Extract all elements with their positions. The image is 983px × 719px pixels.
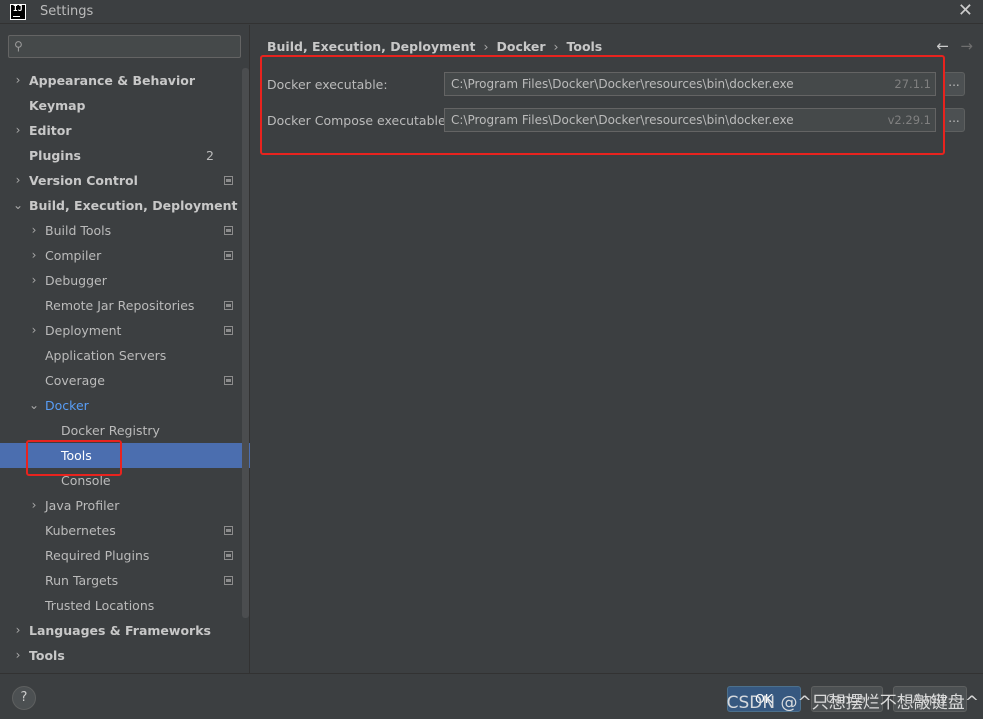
tree-item-label: Application Servers	[45, 348, 167, 363]
tree-item-label: Trusted Locations	[45, 598, 155, 613]
tree-item-compiler[interactable]: › Compiler	[0, 243, 242, 268]
annotation-highlight-settings	[260, 55, 945, 155]
project-level-icon	[224, 226, 233, 235]
help-button[interactable]: ?	[12, 686, 36, 710]
intellij-logo-icon: IJ	[10, 4, 26, 20]
project-level-icon	[224, 576, 233, 585]
tree-item-label: Required Plugins	[45, 548, 150, 563]
tree-item-run-targets[interactable]: Run Targets	[0, 568, 242, 593]
settings-content: Build, Execution, Deployment › Docker › Tool…	[251, 25, 983, 673]
project-level-icon	[224, 551, 233, 560]
dialog-footer: ? OK Cancel Apply CSDN @^只想摆烂不想敲键盘^	[0, 673, 983, 719]
tree-item-label: Appearance & Behavior	[29, 73, 195, 88]
docker-executable-browse-button[interactable]: ...	[943, 72, 965, 96]
tree-item-keymap[interactable]: Keymap	[0, 93, 242, 118]
tree-item-version-control[interactable]: › Version Control	[0, 168, 242, 193]
chevron-right-icon[interactable]: ›	[28, 268, 40, 293]
back-arrow-icon[interactable]: ←	[936, 37, 949, 55]
chevron-right-icon[interactable]: ›	[28, 493, 40, 518]
chevron-down-icon[interactable]: ⌄	[12, 193, 24, 218]
breadcrumb-separator: ›	[483, 39, 489, 54]
tree-item-label: Build Tools	[45, 223, 112, 238]
project-level-icon	[224, 526, 233, 535]
tree-item-label: Kubernetes	[45, 523, 116, 538]
tree-item-languages-frameworks[interactable]: › Languages & Frameworks	[0, 618, 242, 643]
tree-item-label: Debugger	[45, 273, 107, 288]
title-bar: IJ Settings ✕	[0, 0, 983, 24]
chevron-right-icon[interactable]: ›	[28, 318, 40, 343]
project-level-icon	[224, 251, 233, 260]
tree-item-deployment[interactable]: › Deployment	[0, 318, 242, 343]
settings-tree: › Appearance & Behavior Keymap › Editor …	[0, 68, 250, 668]
tree-item-label: Remote Jar Repositories	[45, 298, 195, 313]
settings-sidebar: ⚲ › Appearance & Behavior Keymap › Edito…	[0, 25, 250, 673]
tree-item-label: Compiler	[45, 248, 102, 263]
tree-item-build-execution-deployment[interactable]: ⌄ Build, Execution, Deployment	[0, 193, 242, 218]
tree-item-label: Version Control	[29, 173, 138, 188]
tree-item-coverage[interactable]: Coverage	[0, 368, 242, 393]
project-level-icon	[224, 376, 233, 385]
breadcrumb-separator: ›	[553, 39, 559, 54]
tree-item-plugins[interactable]: Plugins 2	[0, 143, 242, 168]
forward-arrow-icon[interactable]: →	[960, 37, 973, 55]
project-level-icon	[224, 301, 233, 310]
tree-item-label: Plugins	[29, 148, 81, 163]
tree-item-label: Keymap	[29, 98, 86, 113]
chevron-down-icon[interactable]: ⌄	[28, 393, 40, 418]
tree-item-label: Docker	[45, 398, 89, 413]
tree-item-appearance-behavior[interactable]: › Appearance & Behavior	[0, 68, 242, 93]
breadcrumb-item-current: Tools	[566, 39, 603, 54]
tree-item-label: Coverage	[45, 373, 105, 388]
tree-item-label: Editor	[29, 123, 72, 138]
search-icon: ⚲	[14, 39, 23, 53]
tree-item-editor[interactable]: › Editor	[0, 118, 242, 143]
tree-item-java-profiler[interactable]: › Java Profiler	[0, 493, 242, 518]
window-title: Settings	[40, 4, 94, 19]
chevron-right-icon[interactable]: ›	[12, 68, 24, 93]
annotation-highlight-tools	[26, 440, 122, 476]
tree-item-debugger[interactable]: › Debugger	[0, 268, 242, 293]
plugins-update-badge: 2	[206, 148, 214, 163]
tree-item-label: Languages & Frameworks	[29, 623, 211, 638]
tree-item-build-tools[interactable]: › Build Tools	[0, 218, 242, 243]
breadcrumb-item[interactable]: Build, Execution, Deployment	[267, 39, 475, 54]
chevron-right-icon[interactable]: ›	[28, 218, 40, 243]
tree-item-label: Java Profiler	[45, 498, 120, 513]
chevron-right-icon[interactable]: ›	[28, 243, 40, 268]
tree-item-tools[interactable]: › Tools	[0, 643, 242, 668]
tree-item-docker[interactable]: ⌄ Docker	[0, 393, 242, 418]
tree-item-application-servers[interactable]: Application Servers	[0, 343, 242, 368]
tree-item-label: Run Targets	[45, 573, 119, 588]
search-input[interactable]	[33, 38, 233, 55]
tree-item-remote-jar-repositories[interactable]: Remote Jar Repositories	[0, 293, 242, 318]
breadcrumb-item[interactable]: Docker	[496, 39, 545, 54]
tree-item-label: Tools	[29, 648, 65, 663]
tree-item-trusted-locations[interactable]: Trusted Locations	[0, 593, 242, 618]
chevron-right-icon[interactable]: ›	[12, 643, 24, 668]
sidebar-scrollbar[interactable]	[242, 68, 249, 618]
docker-compose-executable-browse-button[interactable]: ...	[943, 108, 965, 132]
close-icon[interactable]: ✕	[958, 1, 973, 21]
chevron-right-icon[interactable]: ›	[12, 168, 24, 193]
project-level-icon	[224, 326, 233, 335]
chevron-right-icon[interactable]: ›	[12, 618, 24, 643]
breadcrumb: Build, Execution, Deployment › Docker › Tool…	[267, 39, 602, 54]
chevron-right-icon[interactable]: ›	[12, 118, 24, 143]
tree-item-required-plugins[interactable]: Required Plugins	[0, 543, 242, 568]
tree-item-label: Deployment	[45, 323, 122, 338]
tree-item-label: Build, Execution, Deployment	[29, 198, 238, 213]
tree-item-kubernetes[interactable]: Kubernetes	[0, 518, 242, 543]
csdn-watermark: CSDN @^只想摆烂不想敲键盘^	[726, 693, 979, 713]
search-box[interactable]: ⚲	[8, 35, 241, 58]
project-level-icon	[224, 176, 233, 185]
